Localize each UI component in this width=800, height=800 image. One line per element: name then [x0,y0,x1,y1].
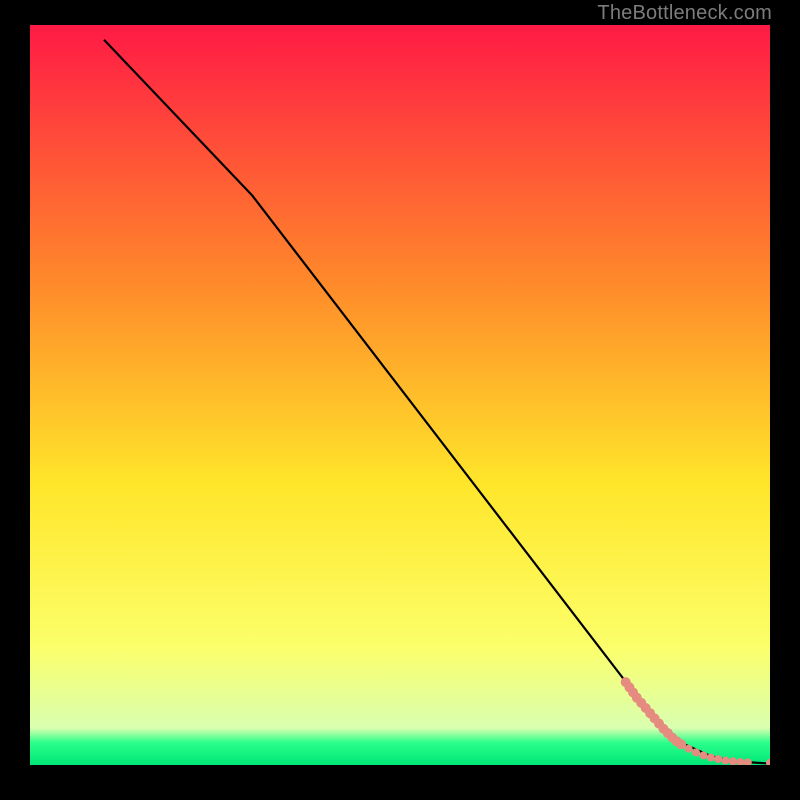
chart-frame [30,25,770,765]
scatter-dot [707,754,715,762]
scatter-dot [685,745,693,753]
scatter-dot [714,755,722,763]
chart-svg [30,25,770,765]
scatter-dot [722,757,730,765]
scatter-dot [692,748,700,756]
scatter-dot [676,739,686,749]
gradient-background [30,25,770,765]
scatter-dot [699,751,707,759]
attribution-text: TheBottleneck.com [597,2,772,25]
scatter-dot [729,757,737,765]
